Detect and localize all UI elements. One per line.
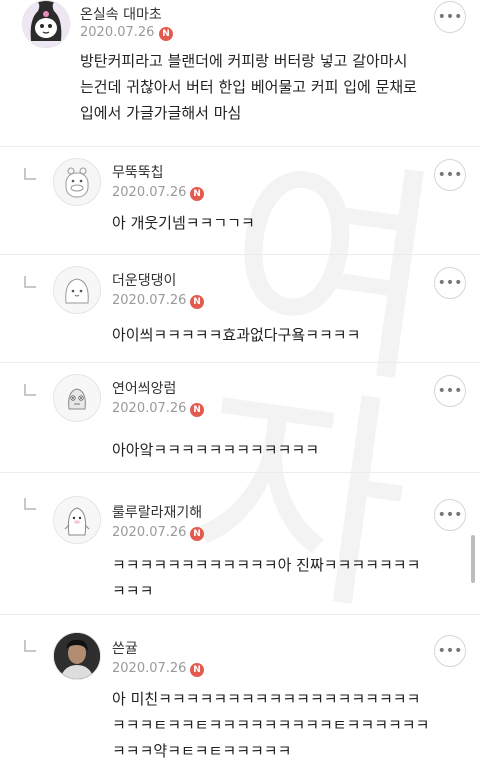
reply-date: 2020.07.26	[112, 661, 187, 676]
reply-text: 아이씌ㅋㅋㅋㅋㅋ효과없다구욬ㅋㅋㅋㅋ	[112, 326, 361, 344]
creature-avatar-icon	[54, 375, 100, 421]
kuromi-avatar-icon	[23, 1, 69, 47]
reply-date: 2020.07.26	[112, 185, 187, 200]
new-badge: N	[190, 663, 204, 677]
reply-date: 2020.07.26	[112, 525, 187, 540]
new-badge: N	[190, 527, 204, 541]
more-options-button[interactable]: •••	[434, 375, 466, 407]
more-options-button[interactable]: •••	[434, 267, 466, 299]
reply-item: 더운댕댕이 2020.07.26 N ••• 아이씌ㅋㅋㅋㅋㅋ효과없다구욬ㅋㅋㅋ…	[0, 254, 480, 362]
avatar[interactable]	[53, 158, 101, 206]
avatar[interactable]	[53, 266, 101, 314]
reply-arrow-icon	[24, 640, 36, 652]
more-icon: •••	[437, 167, 463, 183]
reply-text: 아 미친ㅋㅋㅋㅋㅋㅋㅋㅋㅋㅋㅋㅋㅋㅋㅋㅋㅋㅋㅋ ㅋㅋㅋㅌㅋㅋㅌㅋㅋㅋㅋㅋㅋㅋㅋㅋ…	[112, 690, 430, 760]
new-badge: N	[190, 403, 204, 417]
avatar[interactable]	[53, 496, 101, 544]
reply-nickname[interactable]: 쓴귤	[112, 638, 138, 658]
hippo-avatar-icon	[54, 159, 100, 205]
more-options-button[interactable]: •••	[434, 1, 466, 33]
more-icon: •••	[437, 643, 463, 659]
reply-arrow-icon	[24, 168, 36, 180]
photo-avatar-icon	[54, 633, 100, 679]
more-icon: •••	[437, 507, 463, 523]
blob-avatar-icon	[54, 267, 100, 313]
avatar[interactable]	[53, 374, 101, 422]
reply-nickname[interactable]: 연어씌앙럼	[112, 378, 176, 398]
more-icon: •••	[437, 383, 463, 399]
reply-arrow-icon	[24, 498, 36, 510]
new-badge: N	[159, 27, 173, 41]
more-icon: •••	[437, 9, 463, 25]
reply-item: 무뚝뚝칩 2020.07.26 N ••• 아 개웃기넴ㅋㅋㄱㄱㅋ	[0, 146, 480, 254]
reply-nickname[interactable]: 더운댕댕이	[112, 270, 176, 290]
comment-text: 방탄커피라고 블랜더에 커피랑 버터랑 넣고 갈아마시 는건데 귀찮아서 버터 …	[80, 52, 417, 122]
reply-nickname[interactable]: 무뚝뚝칩	[112, 162, 164, 182]
reply-arrow-icon	[24, 384, 36, 396]
avatar[interactable]	[53, 632, 101, 680]
reply-text: ㅋㅋㅋㅋㅋㅋㅋㅋㅋㅋㅋㅋ아 진짜ㅋㅋㅋㅋㅋㅋㅋ ㅋㅋㅋ	[112, 556, 421, 600]
reply-text: 아 개웃기넴ㅋㅋㄱㄱㅋ	[112, 214, 255, 232]
more-icon: •••	[437, 275, 463, 291]
penguin-avatar-icon	[54, 497, 100, 543]
reply-text: 아아앜ㅋㅋㅋㅋㅋㅋㅋㅋㅋㅋㅋㅋ	[112, 441, 320, 459]
reply-item: 쓴귤 2020.07.26 N ••• 아 미친ㅋㅋㅋㅋㅋㅋㅋㅋㅋㅋㅋㅋㅋㅋㅋㅋ…	[0, 614, 480, 768]
reply-item: 연어씌앙럼 2020.07.26 N ••• 아아앜ㅋㅋㅋㅋㅋㅋㅋㅋㅋㅋㅋㅋ	[0, 362, 480, 472]
more-options-button[interactable]: •••	[434, 635, 466, 667]
main-comment: 온실속 대마초 2020.07.26 N ••• 방탄커피라고 블랜더에 커피랑…	[0, 0, 480, 146]
more-options-button[interactable]: •••	[434, 499, 466, 531]
reply-item: 룰루랄라재기해 2020.07.26 N ••• ㅋㅋㅋㅋㅋㅋㅋㅋㅋㅋㅋㅋ아 진…	[0, 472, 480, 614]
new-badge: N	[190, 295, 204, 309]
reply-nickname[interactable]: 룰루랄라재기해	[112, 502, 202, 522]
comment-date: 2020.07.26	[80, 25, 155, 40]
reply-date: 2020.07.26	[112, 293, 187, 308]
scrollbar[interactable]	[471, 535, 475, 583]
avatar[interactable]	[22, 0, 70, 48]
more-options-button[interactable]: •••	[434, 159, 466, 191]
comment-nickname[interactable]: 온실속 대마초	[80, 4, 162, 24]
reply-arrow-icon	[24, 276, 36, 288]
new-badge: N	[190, 187, 204, 201]
reply-date: 2020.07.26	[112, 401, 187, 416]
